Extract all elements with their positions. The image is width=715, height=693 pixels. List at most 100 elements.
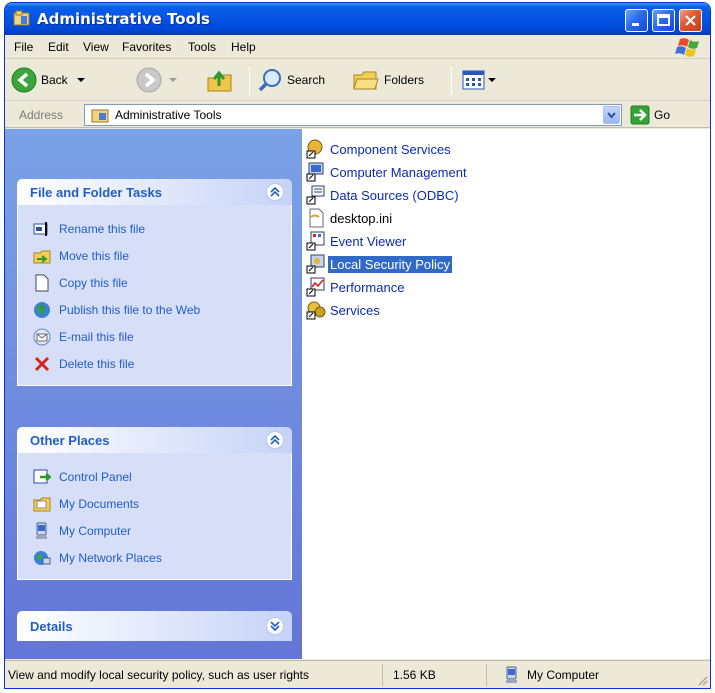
file-name: Data Sources (ODBC)	[330, 187, 459, 203]
address-dropdown-button[interactable]	[603, 106, 620, 124]
explorer-window: Administrative Tools File Edit View Favo…	[4, 2, 711, 689]
go-label: Go	[654, 108, 671, 122]
other-places-body: Control Panel My Documents My Computer M…	[17, 453, 292, 580]
go-button[interactable]: Go	[630, 105, 670, 125]
status-size: 1.56 KB	[387, 664, 487, 686]
panel-title: Details	[30, 619, 73, 634]
toolbar-separator	[451, 67, 452, 95]
file-tasks-header[interactable]: File and Folder Tasks	[17, 179, 292, 205]
chevron-down-icon	[169, 78, 177, 82]
file-name: Performance	[330, 279, 405, 295]
place-network[interactable]: My Network Places	[18, 544, 291, 571]
close-button[interactable]	[679, 9, 702, 32]
status-description: View and modify local security policy, s…	[5, 664, 383, 686]
move-icon	[33, 250, 51, 263]
task-move[interactable]: Move this file	[18, 242, 291, 269]
panel-title: Other Places	[30, 433, 110, 448]
back-label: Back	[41, 73, 68, 87]
task-label: E-mail this file	[59, 329, 134, 344]
go-arrow-icon	[630, 105, 650, 125]
menu-favorites[interactable]: Favorites	[122, 40, 171, 54]
task-email[interactable]: E-mail this file	[18, 323, 291, 350]
computer-management-icon	[306, 162, 324, 182]
chevron-down-icon	[488, 78, 496, 82]
file-item[interactable]: Event Viewer	[306, 231, 408, 251]
status-zone: My Computer	[493, 664, 698, 686]
search-button[interactable]: Search	[257, 64, 325, 96]
maximize-icon	[657, 14, 670, 26]
other-places-panel: Other Places Control Panel My Documents …	[17, 427, 292, 580]
up-folder-button[interactable]	[205, 64, 235, 96]
my-documents-icon	[33, 497, 51, 511]
back-button[interactable]: Back	[11, 64, 88, 96]
delete-icon	[34, 356, 50, 371]
copy-icon	[35, 274, 49, 291]
component-services-icon	[306, 139, 323, 159]
task-label: Move this file	[59, 248, 130, 263]
services-icon	[306, 301, 326, 320]
menu-edit[interactable]: Edit	[48, 40, 69, 54]
place-label: My Documents	[59, 496, 140, 511]
performance-icon	[306, 277, 325, 297]
windows-logo-icon	[675, 38, 699, 57]
close-icon	[685, 15, 696, 26]
window-title: Administrative Tools	[37, 10, 210, 28]
file-item[interactable]: Computer Management	[306, 162, 469, 182]
email-icon	[33, 328, 51, 345]
publish-web-icon	[34, 301, 50, 318]
task-copy[interactable]: Copy this file	[18, 269, 291, 296]
collapse-icon[interactable]	[266, 183, 284, 201]
chevron-down-icon	[76, 78, 85, 82]
forward-button[interactable]	[136, 64, 180, 96]
minimize-icon	[632, 23, 639, 26]
file-item[interactable]: Services	[306, 300, 382, 320]
file-name: Computer Management	[330, 164, 467, 180]
place-label: My Network Places	[59, 550, 162, 565]
title-bar[interactable]: Administrative Tools	[5, 3, 710, 35]
address-label: Address	[19, 108, 64, 122]
file-item[interactable]: Performance	[306, 277, 406, 297]
folders-button[interactable]: Folders	[352, 64, 424, 96]
expand-icon[interactable]	[266, 617, 284, 635]
file-item[interactable]: Data Sources (ODBC)	[306, 185, 461, 205]
search-label: Search	[287, 73, 326, 87]
menu-view[interactable]: View	[83, 40, 109, 54]
place-label: Control Panel	[59, 469, 132, 484]
minimize-button[interactable]	[625, 9, 648, 32]
status-zone-label: My Computer	[527, 668, 600, 682]
file-name: desktop.ini	[330, 210, 393, 226]
folders-label: Folders	[384, 73, 425, 87]
place-control-panel[interactable]: Control Panel	[18, 463, 291, 490]
admin-tools-icon	[13, 10, 30, 26]
views-button[interactable]	[461, 64, 497, 96]
file-name: Local Security Policy	[328, 255, 452, 273]
file-name: Event Viewer	[330, 233, 407, 249]
menu-tools[interactable]: Tools	[188, 40, 216, 54]
details-header[interactable]: Details	[17, 611, 292, 641]
file-item[interactable]: Component Services	[306, 139, 453, 159]
place-my-documents[interactable]: My Documents	[18, 490, 291, 517]
menu-file[interactable]: File	[14, 40, 33, 54]
task-publish[interactable]: Publish this file to the Web	[18, 296, 291, 323]
resize-grip-icon[interactable]	[696, 674, 708, 686]
place-my-computer[interactable]: My Computer	[18, 517, 291, 544]
address-input[interactable]: Administrative Tools	[84, 104, 622, 126]
file-item[interactable]: desktop.ini	[306, 208, 394, 228]
forward-arrow-icon	[136, 67, 162, 93]
file-item-selected[interactable]: Local Security Policy	[306, 254, 452, 274]
toolbar-separator	[249, 67, 250, 95]
task-pane: File and Folder Tasks Rename this file M…	[5, 129, 302, 659]
status-bar: View and modify local security policy, s…	[5, 660, 710, 688]
collapse-icon[interactable]	[266, 431, 284, 449]
menu-help[interactable]: Help	[231, 40, 256, 54]
place-label: My Computer	[59, 523, 132, 538]
task-delete[interactable]: Delete this file	[18, 350, 291, 377]
maximize-button[interactable]	[652, 9, 675, 32]
file-list: Component Services Computer Management D…	[302, 129, 710, 659]
my-computer-icon	[506, 666, 517, 683]
other-places-header[interactable]: Other Places	[17, 427, 292, 453]
task-label: Delete this file	[59, 356, 135, 371]
event-viewer-icon	[306, 231, 325, 251]
local-security-policy-icon	[306, 254, 325, 274]
task-rename[interactable]: Rename this file	[18, 215, 291, 242]
